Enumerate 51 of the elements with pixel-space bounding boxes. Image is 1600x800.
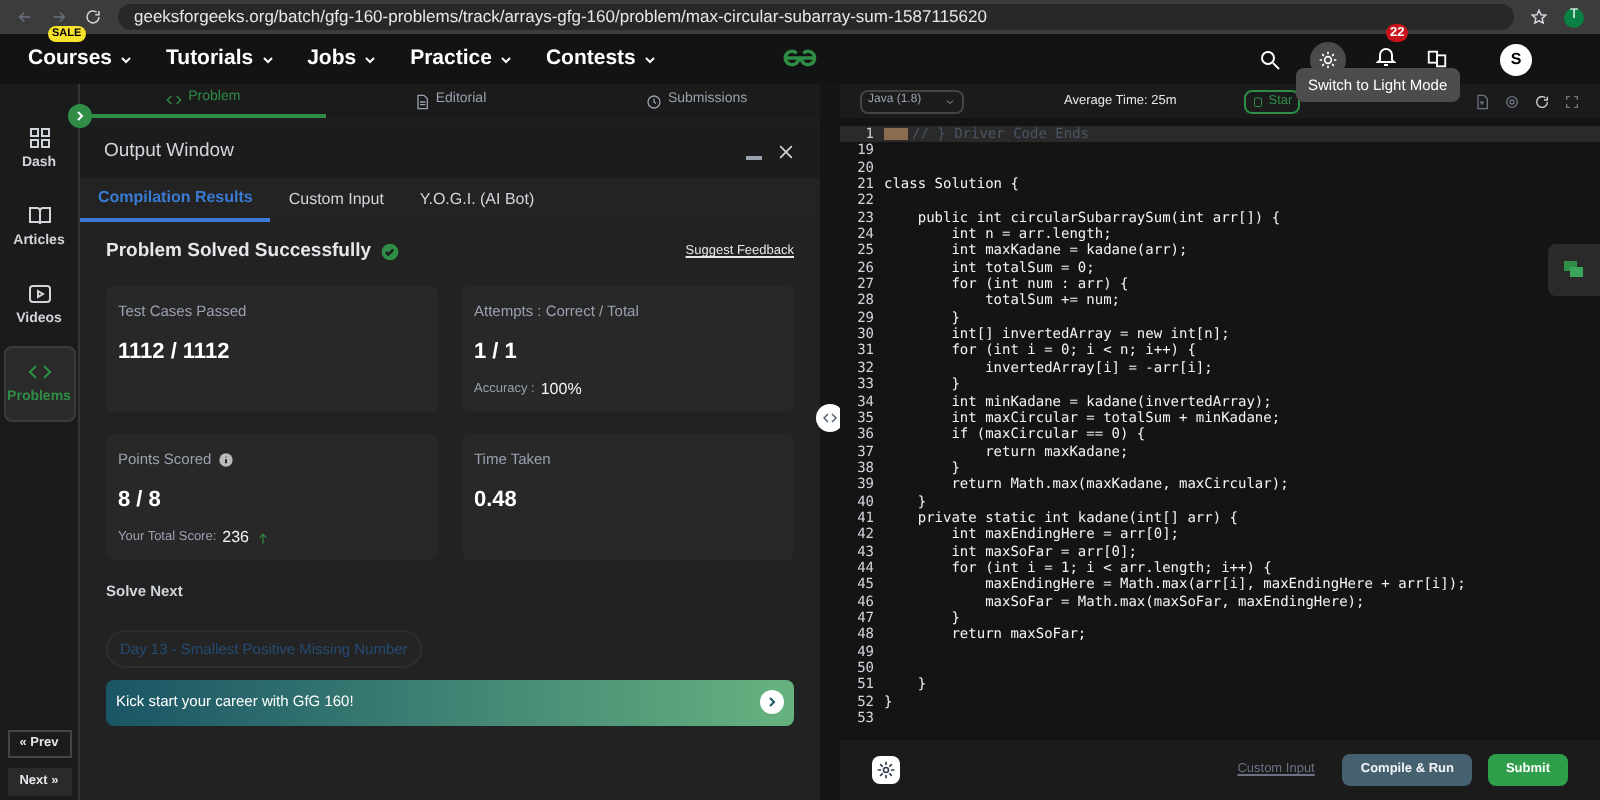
- chevron-right-icon: [72, 108, 88, 124]
- nav-menu-item[interactable]: Jobs: [307, 43, 379, 75]
- nav-menu-item[interactable]: Contests: [545, 43, 658, 75]
- notifications-button[interactable]: [1374, 43, 1398, 67]
- stat-value: 1 / 1: [474, 337, 519, 367]
- grid-icon: [27, 125, 51, 150]
- gear-icon: [876, 760, 896, 780]
- chat-button[interactable]: [1548, 244, 1600, 296]
- reset-icon: [1534, 93, 1550, 109]
- stat-sub-value: 100%: [540, 378, 582, 402]
- bell-icon: [1374, 43, 1398, 67]
- code-icon: [166, 91, 183, 107]
- caret-down-icon: [944, 95, 956, 107]
- forward-arrow-icon: [50, 8, 68, 26]
- stat-value: 1112 / 1112: [118, 337, 232, 367]
- stat-value: 0.48: [474, 485, 519, 515]
- chevron-down-icon: [259, 51, 276, 67]
- output-window-title: Output Window: [104, 137, 236, 166]
- settings-button[interactable]: [872, 756, 900, 784]
- address-bar[interactable]: geeksforgeeks.org/batch/gfg-160-problems/track/arrays-gfg-160/problem/max-circular-subarray-sum-1587115620: [118, 4, 1514, 30]
- stat-sub-value: 236: [222, 526, 250, 550]
- chevron-down-icon: [362, 51, 379, 67]
- sun-icon: [1318, 49, 1338, 69]
- chevron-down-icon: [118, 51, 135, 67]
- back-arrow-icon: [16, 8, 34, 26]
- chevron-down-icon: [641, 51, 658, 67]
- close-icon: [776, 142, 796, 162]
- user-avatar[interactable]: S: [1500, 43, 1532, 75]
- clock-icon: [645, 93, 662, 109]
- stat-value: 8 / 8: [118, 485, 163, 515]
- code-icon: [27, 359, 51, 384]
- book-icon: [27, 203, 51, 228]
- output-tab[interactable]: Y.O.G.I. (AI Bot): [401, 178, 553, 222]
- fold-marker[interactable]: [884, 128, 908, 140]
- search-icon: [1258, 47, 1282, 71]
- output-tab[interactable]: Compilation Results: [80, 178, 271, 222]
- check-circle-icon: [379, 242, 400, 263]
- video-icon: [27, 281, 51, 306]
- fullscreen-icon: [1564, 93, 1580, 109]
- document-icon: [413, 93, 430, 109]
- output-tab[interactable]: Custom Input: [270, 178, 402, 222]
- document-icon: [1474, 93, 1490, 109]
- nav-menu-item[interactable]: Courses: [28, 43, 135, 75]
- reload-icon: [84, 8, 102, 26]
- nav-menu-item[interactable]: Tutorials: [166, 43, 276, 75]
- nav-menu-item[interactable]: Practice: [410, 43, 514, 75]
- status-message: Problem Solved Successfully: [106, 238, 372, 266]
- chat-icon: [1562, 258, 1586, 282]
- resize-arrows-icon: [822, 410, 838, 426]
- star-icon: [1530, 8, 1548, 26]
- chevron-down-icon: [497, 51, 514, 67]
